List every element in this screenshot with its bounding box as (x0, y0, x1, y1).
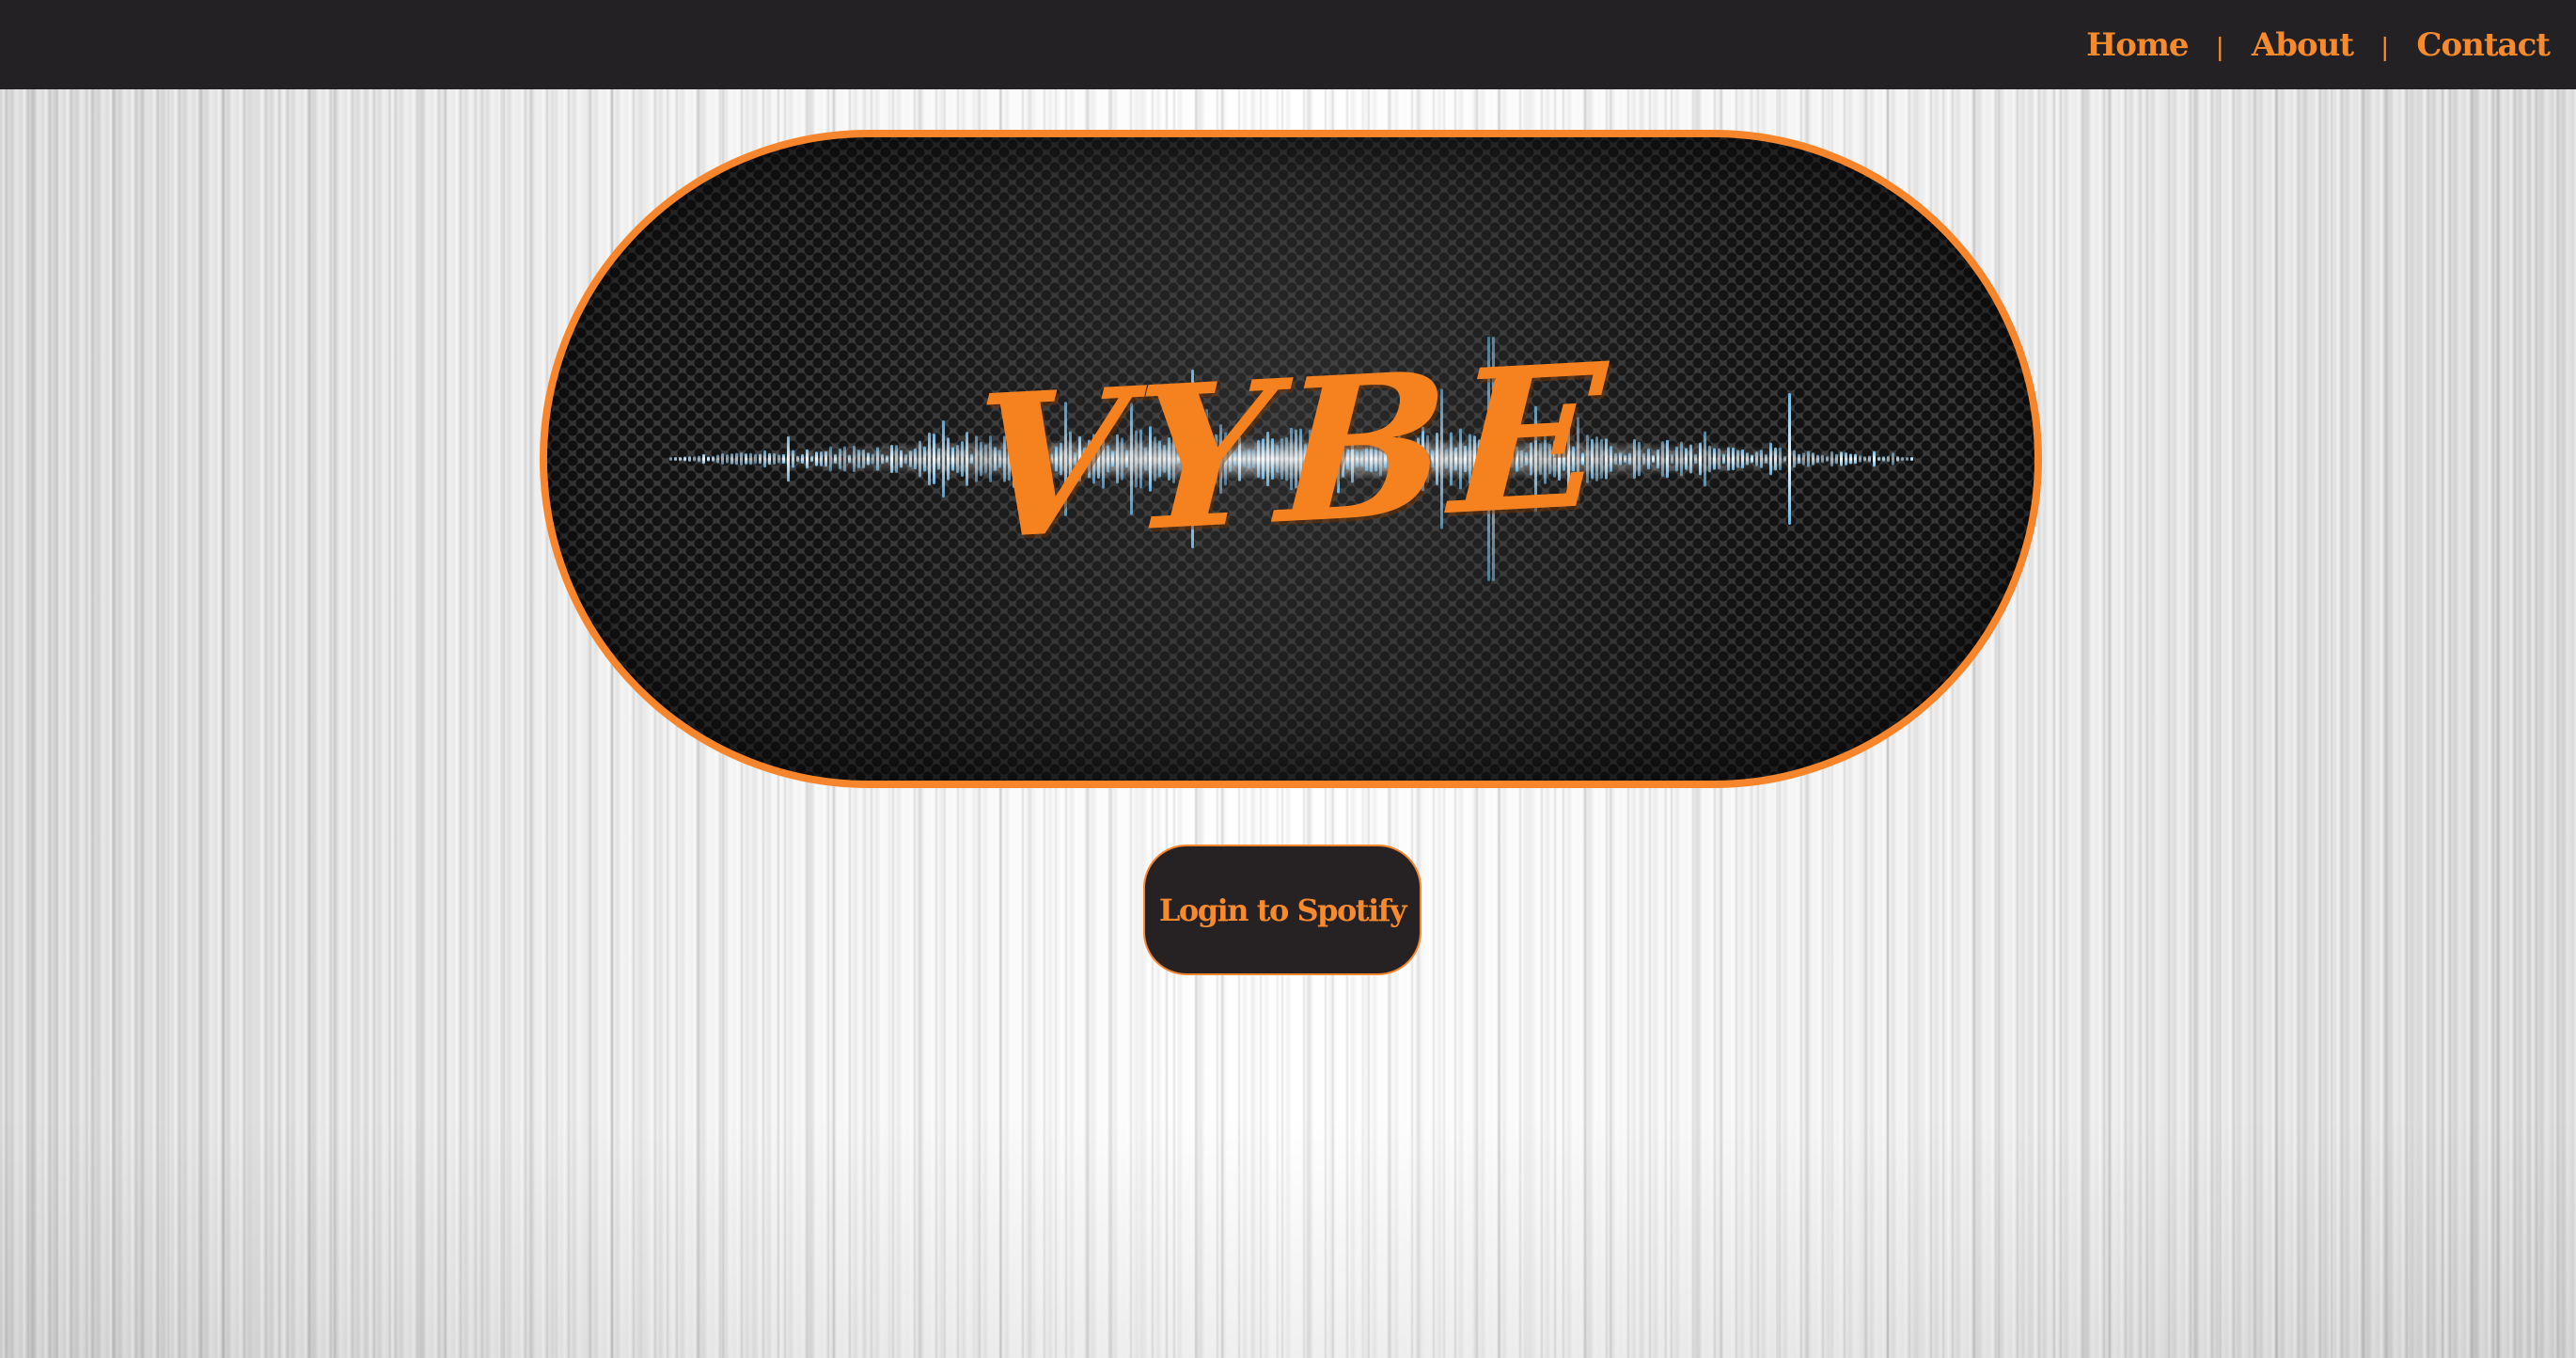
login-spotify-button[interactable]: Login to Spotify (1143, 845, 1422, 975)
nav-contact-link[interactable]: Contact (2416, 26, 2551, 64)
nav-home-link[interactable]: Home (2086, 26, 2189, 64)
nav-about-link[interactable]: About (2252, 26, 2354, 64)
top-navbar: Home | About | Contact (0, 0, 2576, 89)
nav-separator: | (2381, 31, 2389, 61)
nav-separator: | (2216, 31, 2223, 61)
vybe-logo-banner: VYBE (540, 130, 2042, 788)
